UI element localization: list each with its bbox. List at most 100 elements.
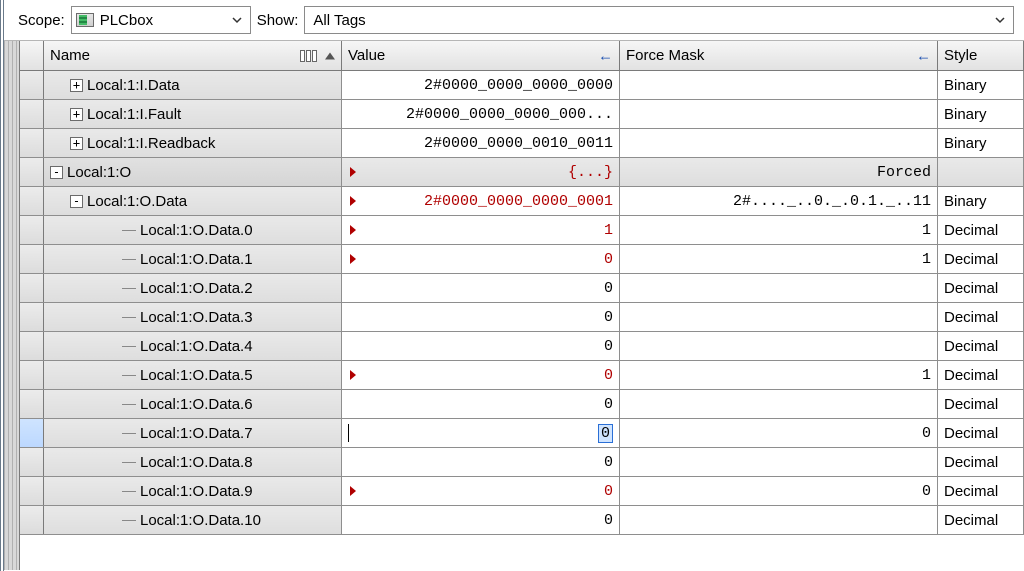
table-row[interactable]: -Local:1:O.Data2#0000_0000_0000_00012#..…: [20, 187, 1024, 216]
show-combo[interactable]: All Tags: [304, 6, 1014, 34]
table-row[interactable]: +Local:1:I.Data2#0000_0000_0000_0000 Bina…: [20, 71, 1024, 100]
force-cell[interactable]: 0: [620, 477, 938, 505]
name-cell[interactable]: Local:1:O.Data.9: [44, 477, 342, 505]
style-cell[interactable]: Decimal: [938, 506, 1024, 534]
name-cell[interactable]: Local:1:O.Data.4: [44, 332, 342, 360]
table-row[interactable]: Local:1:O.Data.101Decimal: [20, 245, 1024, 274]
value-cell[interactable]: 2#0000_0000_0000_0000: [342, 71, 620, 99]
name-cell[interactable]: Local:1:O.Data.0: [44, 216, 342, 244]
force-cell[interactable]: [620, 71, 938, 99]
name-cell[interactable]: Local:1:O.Data.7: [44, 419, 342, 447]
force-cell[interactable]: [620, 303, 938, 331]
force-cell[interactable]: Forced: [620, 158, 938, 186]
row-gutter[interactable]: [20, 332, 44, 360]
expand-icon[interactable]: +: [70, 137, 83, 150]
expand-icon[interactable]: +: [70, 108, 83, 121]
table-row[interactable]: Local:1:O.Data.501Decimal: [20, 361, 1024, 390]
value-cell[interactable]: 1: [342, 216, 620, 244]
row-gutter[interactable]: [20, 245, 44, 273]
table-row[interactable]: Local:1:O.Data.60 Decimal: [20, 390, 1024, 419]
name-cell[interactable]: -Local:1:O: [44, 158, 342, 186]
force-cell[interactable]: [620, 448, 938, 476]
style-cell[interactable]: Decimal: [938, 390, 1024, 418]
row-gutter[interactable]: [20, 187, 44, 215]
table-row[interactable]: +Local:1:I.Fault2#0000_0000_0000_000... B…: [20, 100, 1024, 129]
force-cell[interactable]: [620, 129, 938, 157]
name-cell[interactable]: Local:1:O.Data.5: [44, 361, 342, 389]
style-cell[interactable]: Decimal: [938, 332, 1024, 360]
value-cell[interactable]: 0: [342, 361, 620, 389]
force-cell[interactable]: 1: [620, 361, 938, 389]
value-cell[interactable]: 0: [342, 448, 620, 476]
value-cell[interactable]: 2#0000_0000_0000_000...: [342, 100, 620, 128]
name-cell[interactable]: Local:1:O.Data.3: [44, 303, 342, 331]
value-cell[interactable]: 0: [342, 274, 620, 302]
table-row[interactable]: Local:1:O.Data.20 Decimal: [20, 274, 1024, 303]
style-cell[interactable]: [938, 158, 1024, 186]
name-cell[interactable]: Local:1:O.Data.6: [44, 390, 342, 418]
style-cell[interactable]: Decimal: [938, 361, 1024, 389]
value-cell[interactable]: 0: [342, 419, 620, 447]
row-gutter[interactable]: [20, 506, 44, 534]
row-gutter[interactable]: [20, 158, 44, 186]
table-row[interactable]: Local:1:O.Data.40 Decimal: [20, 332, 1024, 361]
name-cell[interactable]: +Local:1:I.Fault: [44, 100, 342, 128]
column-options-icon[interactable]: [300, 50, 317, 62]
expand-icon[interactable]: +: [70, 79, 83, 92]
force-cell[interactable]: [620, 274, 938, 302]
row-gutter[interactable]: [20, 448, 44, 476]
force-cell[interactable]: 2#...._..0._.0.1._..11: [620, 187, 938, 215]
header-value[interactable]: Value ←: [342, 41, 620, 70]
name-cell[interactable]: Local:1:O.Data.8: [44, 448, 342, 476]
name-cell[interactable]: Local:1:O.Data.2: [44, 274, 342, 302]
row-gutter[interactable]: [20, 419, 44, 447]
value-cell[interactable]: 0: [342, 477, 620, 505]
table-row[interactable]: Local:1:O.Data.011Decimal: [20, 216, 1024, 245]
style-cell[interactable]: Binary: [938, 100, 1024, 128]
force-cell[interactable]: 1: [620, 245, 938, 273]
force-cell[interactable]: 0: [620, 419, 938, 447]
style-cell[interactable]: Decimal: [938, 419, 1024, 447]
row-gutter[interactable]: [20, 129, 44, 157]
row-gutter[interactable]: [20, 274, 44, 302]
header-name[interactable]: Name: [44, 41, 342, 70]
name-cell[interactable]: -Local:1:O.Data: [44, 187, 342, 215]
style-cell[interactable]: Decimal: [938, 216, 1024, 244]
style-cell[interactable]: Decimal: [938, 274, 1024, 302]
force-cell[interactable]: 1: [620, 216, 938, 244]
style-cell[interactable]: Binary: [938, 187, 1024, 215]
collapse-icon[interactable]: -: [50, 166, 63, 179]
value-cell[interactable]: 0: [342, 303, 620, 331]
name-cell[interactable]: +Local:1:I.Readback: [44, 129, 342, 157]
style-cell[interactable]: Decimal: [938, 303, 1024, 331]
style-cell[interactable]: Decimal: [938, 477, 1024, 505]
header-force[interactable]: Force Mask ←: [620, 41, 938, 70]
value-cell[interactable]: 0: [342, 332, 620, 360]
name-cell[interactable]: Local:1:O.Data.10: [44, 506, 342, 534]
table-row[interactable]: Local:1:O.Data.900Decimal: [20, 477, 1024, 506]
value-cell[interactable]: {...}: [342, 158, 620, 186]
table-row[interactable]: -Local:1:O{...}Forced: [20, 158, 1024, 187]
row-gutter[interactable]: [20, 361, 44, 389]
style-cell[interactable]: Binary: [938, 71, 1024, 99]
table-row[interactable]: Local:1:O.Data.80 Decimal: [20, 448, 1024, 477]
table-row[interactable]: Local:1:O.Data.100Decimal: [20, 506, 1024, 535]
header-style[interactable]: Style: [938, 41, 1024, 70]
row-gutter[interactable]: [20, 390, 44, 418]
value-cell[interactable]: 0: [342, 390, 620, 418]
table-row[interactable]: Local:1:O.Data.700Decimal: [20, 419, 1024, 448]
force-cell[interactable]: [620, 100, 938, 128]
row-gutter[interactable]: [20, 303, 44, 331]
style-cell[interactable]: Decimal: [938, 448, 1024, 476]
style-cell[interactable]: Decimal: [938, 245, 1024, 273]
force-cell[interactable]: [620, 390, 938, 418]
row-gutter[interactable]: [20, 477, 44, 505]
value-cell[interactable]: 0: [342, 245, 620, 273]
table-row[interactable]: Local:1:O.Data.30 Decimal: [20, 303, 1024, 332]
collapse-icon[interactable]: -: [70, 195, 83, 208]
name-cell[interactable]: +Local:1:I.Data: [44, 71, 342, 99]
row-gutter[interactable]: [20, 71, 44, 99]
force-cell[interactable]: [620, 332, 938, 360]
value-cell[interactable]: 2#0000_0000_0010_0011: [342, 129, 620, 157]
row-gutter[interactable]: [20, 216, 44, 244]
